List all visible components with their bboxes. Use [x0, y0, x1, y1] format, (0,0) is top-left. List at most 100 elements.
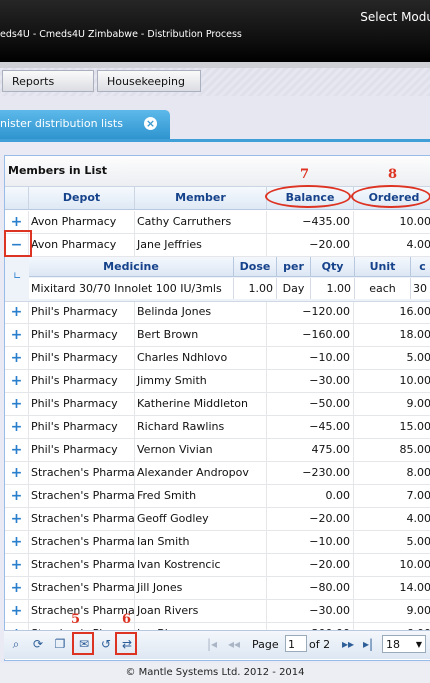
ordered-cell: 8.00 [354, 462, 430, 484]
balance-cell: −80.00 [267, 577, 354, 599]
expand-row-icon[interactable]: + [5, 439, 29, 461]
qty-column-header[interactable]: Qty [311, 257, 355, 277]
expand-row-icon[interactable]: + [5, 577, 29, 599]
expand-row-icon[interactable]: + [5, 531, 29, 553]
depot-cell: Strachen's Pharmacy [29, 577, 135, 599]
prev-page-icon[interactable]: ◂◂ [226, 636, 242, 652]
depot-cell: Strachen's Pharmacy [29, 554, 135, 576]
member-cell: Jill Jones [135, 577, 267, 599]
reports-menu[interactable]: Reports [2, 70, 94, 92]
extra-cell: 30 [411, 278, 430, 299]
annotation-oval-balance [265, 185, 351, 208]
depot-cell: Avon Pharmacy [29, 234, 135, 256]
member-cell: Katherine Middleton [135, 393, 267, 415]
panel-title: Members in List [5, 156, 430, 187]
select-module-link[interactable]: Select Modu [360, 10, 430, 24]
menu-bar: Reports Housekeeping [0, 68, 430, 96]
search-icon[interactable]: ⌕ [8, 636, 24, 652]
balance-cell: −30.00 [267, 600, 354, 622]
expand-row-icon[interactable]: + [5, 347, 29, 369]
expand-row-icon[interactable]: + [5, 485, 29, 507]
table-row[interactable]: + Avon Pharmacy Cathy Carruthers −435.00 10.… [5, 211, 430, 234]
per-column-header[interactable]: per [277, 257, 311, 277]
table-row[interactable]: + Phil's Pharmacy Charles Ndhlovo −10.00 5.0… [5, 347, 430, 370]
member-cell: Geoff Godley [135, 508, 267, 530]
annotation-box-email [72, 632, 94, 655]
depot-cell: Strachen's Pharmacy [29, 485, 135, 507]
table-row[interactable]: + Phil's Pharmacy Katherine Middleton −50.0… [5, 393, 430, 416]
expand-row-icon[interactable]: + [5, 600, 29, 622]
member-cell: Jane Jeffries [135, 234, 267, 256]
refresh-cycle-icon[interactable]: ⟳ [30, 636, 46, 652]
expand-row-icon[interactable]: + [5, 508, 29, 530]
housekeeping-menu[interactable]: Housekeeping [97, 70, 201, 92]
member-cell: Ian Smith [135, 531, 267, 553]
depot-cell: Phil's Pharmacy [29, 393, 135, 415]
depot-column-header[interactable]: Depot [29, 187, 135, 209]
ordered-cell: 9.00 [354, 393, 430, 415]
expand-row-icon[interactable]: + [5, 416, 29, 438]
balance-cell: 0.00 [267, 485, 354, 507]
table-row[interactable]: + Phil's Pharmacy Vernon Vivian 475.00 85.00 [5, 439, 430, 462]
table-row[interactable]: +Strachen's PharmacyGeoff Godley−20.004.… [5, 508, 430, 531]
medicine-cell: Mixitard 30/70 Innolet 100 IU/3mls [29, 278, 234, 299]
close-tab-icon[interactable]: × [144, 117, 157, 130]
expand-row-icon[interactable]: + [5, 393, 29, 415]
tab-strip: nister distribution lists × [0, 96, 430, 142]
depot-cell: Phil's Pharmacy [29, 416, 135, 438]
member-cell: Vernon Vivian [135, 439, 267, 461]
table-row[interactable]: +Strachen's PharmacyAlexander Andropov−2… [5, 462, 430, 485]
page-count-label: of 2 [309, 638, 331, 651]
depot-cell: Phil's Pharmacy [29, 301, 135, 323]
ordered-cell: 85.00 [354, 439, 430, 461]
copy-icon[interactable]: ❐ [52, 636, 68, 652]
dose-column-header[interactable]: Dose [234, 257, 277, 277]
table-row[interactable]: +Strachen's PharmacyIvan Kostrencic−20.0… [5, 554, 430, 577]
annotation-number-8: 8 [388, 167, 398, 182]
expand-row-icon[interactable]: + [5, 462, 29, 484]
member-cell: Fred Smith [135, 485, 267, 507]
table-row[interactable]: + Phil's Pharmacy Bert Brown −160.00 18.00 [5, 324, 430, 347]
expand-row-icon[interactable]: + [5, 554, 29, 576]
first-page-icon[interactable]: |◂ [204, 636, 220, 652]
annotation-number-5: 5 [71, 612, 81, 627]
unit-column-header[interactable]: Unit [355, 257, 411, 277]
member-cell: Joan Rivers [135, 600, 267, 622]
table-row[interactable]: + Phil's Pharmacy Belinda Jones −120.00 16.0… [5, 301, 430, 324]
depot-cell: Strachen's Pharmacy [29, 508, 135, 530]
table-row[interactable]: +Strachen's PharmacyIan Smith−10.005.00 [5, 531, 430, 554]
table-row[interactable]: + Phil's Pharmacy Jimmy Smith −30.00 10.00 [5, 370, 430, 393]
balance-cell: −30.00 [267, 370, 354, 392]
table-row[interactable]: +Strachen's PharmacyJill Jones−80.0014.0… [5, 577, 430, 600]
ordered-cell: 14.00 [354, 577, 430, 599]
expand-row-icon[interactable]: + [5, 324, 29, 346]
table-row[interactable]: +Strachen's PharmacyFred Smith0.007.00 [5, 485, 430, 508]
table-row[interactable]: +Strachen's PharmacyJoan Rivers−30.009.0… [5, 600, 430, 623]
ordered-cell: 5.00 [354, 347, 430, 369]
ordered-cell: 10.00 [354, 554, 430, 576]
medicine-column-header[interactable]: Medicine [29, 257, 234, 277]
tab-distribution-lists[interactable]: nister distribution lists × [0, 110, 170, 139]
last-page-icon[interactable]: ▸| [360, 636, 376, 652]
depot-cell: Phil's Pharmacy [29, 324, 135, 346]
page-size-select[interactable]: 18 ▼ [382, 635, 426, 653]
balance-cell: −45.00 [267, 416, 354, 438]
extra-column-header[interactable]: c [411, 257, 430, 277]
expand-row-icon[interactable]: + [5, 370, 29, 392]
table-row[interactable]: + Phil's Pharmacy Richard Rawlins −45.00 15.… [5, 416, 430, 439]
balance-cell: −20.00 [267, 554, 354, 576]
member-cell: Ivan Kostrencic [135, 554, 267, 576]
member-cell: Bert Brown [135, 324, 267, 346]
page-label: Page [252, 638, 279, 651]
depot-cell: Phil's Pharmacy [29, 370, 135, 392]
undo-icon[interactable]: ↺ [98, 636, 114, 652]
ordered-cell: 4.00 [354, 508, 430, 530]
copyright-footer: © Mantle Systems Ltd. 2012 - 2014 [0, 663, 430, 683]
expand-row-icon[interactable]: + [5, 301, 29, 323]
page-number-input[interactable]: 1 [285, 635, 307, 652]
member-column-header[interactable]: Member [135, 187, 267, 209]
table-row[interactable]: − Avon Pharmacy Jane Jeffries −20.00 4.00 [5, 234, 430, 257]
balance-cell: −230.00 [267, 462, 354, 484]
balance-cell: −435.00 [267, 211, 354, 233]
next-page-icon[interactable]: ▸▸ [340, 636, 356, 652]
